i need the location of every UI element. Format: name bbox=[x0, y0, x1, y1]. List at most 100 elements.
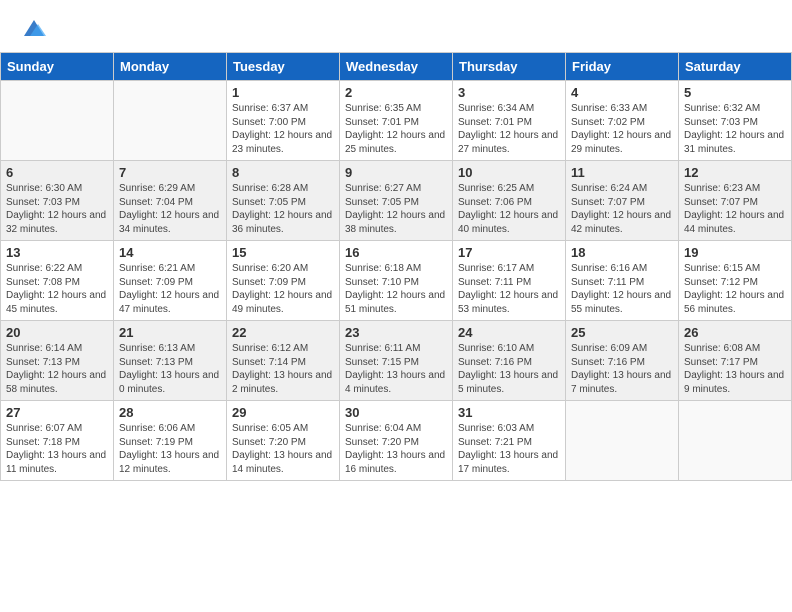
cell-info: Sunrise: 6:16 AM Sunset: 7:11 PM Dayligh… bbox=[571, 262, 673, 316]
calendar-cell: 16Sunrise: 6:18 AM Sunset: 7:10 PM Dayli… bbox=[340, 241, 453, 321]
calendar-cell: 4 Sunrise: 6:33 AM Sunset: 7:02 PM Daylig… bbox=[566, 81, 679, 161]
calendar-cell bbox=[114, 81, 227, 161]
day-number: 21 bbox=[119, 325, 221, 340]
calendar-week-row: 20 Sunrise: 6:14 AM Sunset: 7:13 PM Dayli… bbox=[1, 321, 792, 401]
day-header-saturday: Saturday bbox=[679, 53, 792, 81]
day-number: 29 bbox=[232, 405, 334, 420]
cell-info: Sunrise: 6:21 AM Sunset: 7:09 PM Dayligh… bbox=[119, 262, 221, 316]
day-number: 14 bbox=[119, 245, 221, 260]
day-number: 20 bbox=[6, 325, 108, 340]
calendar-cell bbox=[679, 401, 792, 481]
cell-info: Sunrise: 6:15 AM Sunset: 7:12 PM Dayligh… bbox=[684, 262, 786, 316]
calendar-cell: 24Sunrise: 6:10 AM Sunset: 7:16 PM Dayli… bbox=[453, 321, 566, 401]
day-number: 28 bbox=[119, 405, 221, 420]
day-number: 26 bbox=[684, 325, 786, 340]
calendar-cell: 26 Sunrise: 6:08 AM Sunset: 7:17 PM Dayli… bbox=[679, 321, 792, 401]
cell-info: Sunrise: 6:05 AM Sunset: 7:20 PM Dayligh… bbox=[232, 422, 334, 476]
calendar-cell: 29 Sunrise: 6:05 AM Sunset: 7:20 PM Dayli… bbox=[227, 401, 340, 481]
calendar-cell: 12 Sunrise: 6:23 AM Sunset: 7:07 PM Dayli… bbox=[679, 161, 792, 241]
day-number: 13 bbox=[6, 245, 108, 260]
calendar-cell: 25 Sunrise: 6:09 AM Sunset: 7:16 PM Dayli… bbox=[566, 321, 679, 401]
calendar-cell: 1 Sunrise: 6:37 AM Sunset: 7:00 PM Daylig… bbox=[227, 81, 340, 161]
cell-info: Sunrise: 6:03 AM Sunset: 7:21 PM Dayligh… bbox=[458, 422, 560, 476]
calendar-cell: 23 Sunrise: 6:11 AM Sunset: 7:15 PM Dayli… bbox=[340, 321, 453, 401]
day-number: 16 bbox=[345, 245, 447, 260]
cell-info: Sunrise: 6:35 AM Sunset: 7:01 PM Dayligh… bbox=[345, 102, 447, 156]
cell-info: Sunrise: 6:34 AM Sunset: 7:01 PM Dayligh… bbox=[458, 102, 560, 156]
cell-info: Sunrise: 6:23 AM Sunset: 7:07 PM Dayligh… bbox=[684, 182, 786, 236]
day-number: 15 bbox=[232, 245, 334, 260]
day-number: 7 bbox=[119, 165, 221, 180]
calendar-cell: 31 Sunrise: 6:03 AM Sunset: 7:21 PM Dayli… bbox=[453, 401, 566, 481]
day-number: 31 bbox=[458, 405, 560, 420]
day-number: 27 bbox=[6, 405, 108, 420]
logo-icon bbox=[20, 14, 48, 42]
day-number: 18 bbox=[571, 245, 673, 260]
day-number: 1 bbox=[232, 85, 334, 100]
calendar-week-row: 1 Sunrise: 6:37 AM Sunset: 7:00 PM Daylig… bbox=[1, 81, 792, 161]
day-number: 2 bbox=[345, 85, 447, 100]
calendar-cell: 8 Sunrise: 6:28 AM Sunset: 7:05 PM Daylig… bbox=[227, 161, 340, 241]
calendar-cell: 28 Sunrise: 6:06 AM Sunset: 7:19 PM Dayli… bbox=[114, 401, 227, 481]
day-number: 9 bbox=[345, 165, 447, 180]
logo bbox=[18, 14, 48, 42]
calendar-cell: 2 Sunrise: 6:35 AM Sunset: 7:01 PM Daylig… bbox=[340, 81, 453, 161]
cell-info: Sunrise: 6:37 AM Sunset: 7:00 PM Dayligh… bbox=[232, 102, 334, 156]
cell-info: Sunrise: 6:10 AM Sunset: 7:16 PM Dayligh… bbox=[458, 342, 560, 396]
cell-info: Sunrise: 6:20 AM Sunset: 7:09 PM Dayligh… bbox=[232, 262, 334, 316]
calendar-cell: 3Sunrise: 6:34 AM Sunset: 7:01 PM Daylig… bbox=[453, 81, 566, 161]
calendar-cell: 9 Sunrise: 6:27 AM Sunset: 7:05 PM Daylig… bbox=[340, 161, 453, 241]
calendar-cell: 27 Sunrise: 6:07 AM Sunset: 7:18 PM Dayli… bbox=[1, 401, 114, 481]
day-number: 22 bbox=[232, 325, 334, 340]
day-number: 25 bbox=[571, 325, 673, 340]
calendar-cell: 13 Sunrise: 6:22 AM Sunset: 7:08 PM Dayli… bbox=[1, 241, 114, 321]
calendar-cell: 20 Sunrise: 6:14 AM Sunset: 7:13 PM Dayli… bbox=[1, 321, 114, 401]
cell-info: Sunrise: 6:32 AM Sunset: 7:03 PM Dayligh… bbox=[684, 102, 786, 156]
calendar-week-row: 6Sunrise: 6:30 AM Sunset: 7:03 PM Daylig… bbox=[1, 161, 792, 241]
day-number: 10 bbox=[458, 165, 560, 180]
cell-info: Sunrise: 6:28 AM Sunset: 7:05 PM Dayligh… bbox=[232, 182, 334, 236]
day-number: 30 bbox=[345, 405, 447, 420]
cell-info: Sunrise: 6:07 AM Sunset: 7:18 PM Dayligh… bbox=[6, 422, 108, 476]
cell-info: Sunrise: 6:24 AM Sunset: 7:07 PM Dayligh… bbox=[571, 182, 673, 236]
cell-info: Sunrise: 6:22 AM Sunset: 7:08 PM Dayligh… bbox=[6, 262, 108, 316]
day-header-monday: Monday bbox=[114, 53, 227, 81]
cell-info: Sunrise: 6:04 AM Sunset: 7:20 PM Dayligh… bbox=[345, 422, 447, 476]
day-number: 5 bbox=[684, 85, 786, 100]
day-header-wednesday: Wednesday bbox=[340, 53, 453, 81]
calendar-header-row: SundayMondayTuesdayWednesdayThursdayFrid… bbox=[1, 53, 792, 81]
calendar-cell: 15 Sunrise: 6:20 AM Sunset: 7:09 PM Dayli… bbox=[227, 241, 340, 321]
cell-info: Sunrise: 6:09 AM Sunset: 7:16 PM Dayligh… bbox=[571, 342, 673, 396]
day-header-tuesday: Tuesday bbox=[227, 53, 340, 81]
day-number: 8 bbox=[232, 165, 334, 180]
cell-info: Sunrise: 6:06 AM Sunset: 7:19 PM Dayligh… bbox=[119, 422, 221, 476]
day-number: 23 bbox=[345, 325, 447, 340]
cell-info: Sunrise: 6:27 AM Sunset: 7:05 PM Dayligh… bbox=[345, 182, 447, 236]
calendar-week-row: 13 Sunrise: 6:22 AM Sunset: 7:08 PM Dayli… bbox=[1, 241, 792, 321]
calendar-cell bbox=[566, 401, 679, 481]
cell-info: Sunrise: 6:33 AM Sunset: 7:02 PM Dayligh… bbox=[571, 102, 673, 156]
cell-info: Sunrise: 6:08 AM Sunset: 7:17 PM Dayligh… bbox=[684, 342, 786, 396]
day-number: 11 bbox=[571, 165, 673, 180]
calendar-cell: 22Sunrise: 6:12 AM Sunset: 7:14 PM Dayli… bbox=[227, 321, 340, 401]
calendar-table: SundayMondayTuesdayWednesdayThursdayFrid… bbox=[0, 52, 792, 481]
day-number: 4 bbox=[571, 85, 673, 100]
calendar-cell: 5 Sunrise: 6:32 AM Sunset: 7:03 PM Daylig… bbox=[679, 81, 792, 161]
day-header-thursday: Thursday bbox=[453, 53, 566, 81]
day-number: 12 bbox=[684, 165, 786, 180]
calendar-cell: 19 Sunrise: 6:15 AM Sunset: 7:12 PM Dayli… bbox=[679, 241, 792, 321]
cell-info: Sunrise: 6:25 AM Sunset: 7:06 PM Dayligh… bbox=[458, 182, 560, 236]
calendar-cell: 18 Sunrise: 6:16 AM Sunset: 7:11 PM Dayli… bbox=[566, 241, 679, 321]
cell-info: Sunrise: 6:14 AM Sunset: 7:13 PM Dayligh… bbox=[6, 342, 108, 396]
cell-info: Sunrise: 6:29 AM Sunset: 7:04 PM Dayligh… bbox=[119, 182, 221, 236]
calendar-cell: 14 Sunrise: 6:21 AM Sunset: 7:09 PM Dayli… bbox=[114, 241, 227, 321]
day-header-friday: Friday bbox=[566, 53, 679, 81]
cell-info: Sunrise: 6:11 AM Sunset: 7:15 PM Dayligh… bbox=[345, 342, 447, 396]
day-number: 17 bbox=[458, 245, 560, 260]
day-number: 19 bbox=[684, 245, 786, 260]
page-header bbox=[0, 0, 792, 48]
calendar-cell: 17Sunrise: 6:17 AM Sunset: 7:11 PM Dayli… bbox=[453, 241, 566, 321]
calendar-cell: 10 Sunrise: 6:25 AM Sunset: 7:06 PM Dayli… bbox=[453, 161, 566, 241]
calendar-week-row: 27 Sunrise: 6:07 AM Sunset: 7:18 PM Dayli… bbox=[1, 401, 792, 481]
day-number: 6 bbox=[6, 165, 108, 180]
